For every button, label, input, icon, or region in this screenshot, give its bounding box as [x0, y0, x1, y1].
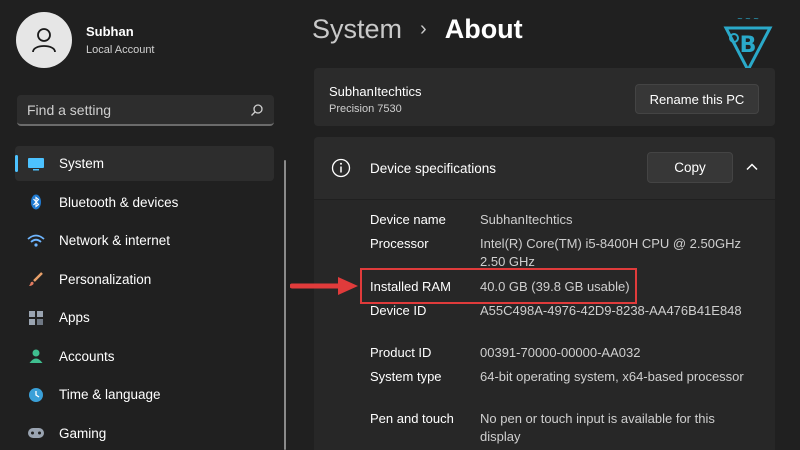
svg-text:B: B — [740, 33, 757, 58]
page-title: About — [444, 14, 523, 44]
person-avatar-icon — [32, 28, 56, 53]
copy-button[interactable]: Copy — [647, 152, 733, 183]
spec-label: Processor — [370, 236, 429, 251]
rename-pc-button[interactable]: Rename this PC — [635, 84, 759, 114]
info-icon — [331, 158, 351, 178]
watermark-logo-icon: ~ ~ ~ B — [723, 15, 773, 72]
spec-value: A55C498A-4976-42D9-8238-AA476B41E848 — [480, 303, 742, 318]
sidebar-item-label: Time & language — [59, 387, 161, 402]
breadcrumb: System › About — [312, 14, 523, 45]
sidebar-item-label: Accounts — [59, 348, 115, 364]
sidebar-item-label: Gaming — [59, 425, 107, 441]
sidebar-item-accounts[interactable]: Accounts — [15, 339, 274, 374]
nav-list: System Bluetooth & devices Network & int… — [15, 146, 274, 450]
breadcrumb-parent[interactable]: System — [312, 14, 402, 45]
profile-account-type: Local Account — [86, 44, 155, 56]
annotation-arrow-icon — [290, 277, 358, 295]
spec-label: System type — [370, 369, 442, 384]
pc-model: Precision 7530 — [329, 103, 402, 115]
pc-name: SubhanItechtics — [329, 84, 422, 99]
device-specifications-body: Device name SubhanItechtics Processor In… — [314, 200, 775, 450]
spec-row-processor: Processor Intel(R) Core(TM) i5-8400H CPU… — [370, 235, 750, 271]
gamepad-icon — [27, 424, 45, 442]
spec-value: Intel(R) Core(TM) i5-8400H CPU @ 2.50GHz… — [480, 236, 741, 269]
globe-clock-icon — [27, 386, 45, 404]
search-icon — [251, 103, 263, 116]
sidebar-item-label: Network & internet — [59, 233, 171, 248]
sidebar-item-label: Personalization — [59, 271, 152, 287]
user-profile[interactable]: Subhan Local Account — [16, 12, 155, 68]
pc-name-card: SubhanItechtics Precision 7530 Rename th… — [314, 68, 775, 126]
chevron-up-icon[interactable] — [744, 159, 760, 175]
spec-label: Pen and touch — [370, 411, 454, 426]
spec-value: 00391-70000-00000-AA032 — [480, 345, 641, 360]
apps-icon — [27, 309, 45, 327]
avatar[interactable] — [16, 12, 72, 68]
device-specifications-header[interactable]: Device specifications Copy — [314, 137, 775, 199]
spec-row-device-id: Device ID A55C498A-4976-42D9-8238-AA476B… — [370, 302, 750, 320]
spec-value: No pen or touch input is available for t… — [480, 411, 715, 444]
sidebar-item-personalization[interactable]: Personalization — [15, 262, 274, 297]
sidebar-item-bluetooth[interactable]: Bluetooth & devices — [15, 185, 274, 220]
sidebar-scrollbar[interactable] — [284, 160, 286, 450]
spec-label: Device name — [370, 212, 446, 227]
spec-value: 64-bit operating system, x64-based proce… — [480, 369, 744, 384]
breadcrumb-separator: › — [420, 18, 427, 40]
spec-label: Product ID — [370, 345, 432, 360]
monitor-icon — [27, 155, 45, 173]
search-placeholder: Find a setting — [27, 101, 112, 118]
sidebar: Subhan Local Account Find a setting Syst… — [0, 0, 290, 450]
profile-name: Subhan — [86, 24, 134, 39]
sidebar-item-label: Bluetooth & devices — [59, 194, 179, 210]
bluetooth-icon — [27, 193, 45, 211]
spec-row-product-id: Product ID 00391-70000-00000-AA032 — [370, 344, 750, 362]
spec-row-system-type: System type 64-bit operating system, x64… — [370, 368, 750, 386]
highlight-box — [360, 268, 637, 304]
spec-row-device-name: Device name SubhanItechtics — [370, 211, 750, 229]
specs-title: Device specifications — [370, 161, 497, 176]
sidebar-item-apps[interactable]: Apps — [15, 300, 274, 335]
person-icon — [27, 347, 45, 365]
sidebar-item-system[interactable]: System — [15, 146, 274, 181]
brush-icon — [27, 270, 45, 288]
spec-row-pen-touch: Pen and touch No pen or touch input is a… — [370, 410, 750, 446]
wifi-icon — [27, 232, 45, 250]
sidebar-item-time-language[interactable]: Time & language — [15, 377, 274, 412]
spec-value: SubhanItechtics — [480, 212, 573, 227]
svg-text:~ ~ ~: ~ ~ ~ — [737, 15, 759, 23]
spec-label: Device ID — [370, 303, 427, 318]
sidebar-item-network[interactable]: Network & internet — [15, 223, 274, 258]
sidebar-item-label: Apps — [59, 310, 90, 325]
sidebar-item-label: System — [59, 156, 105, 171]
sidebar-item-gaming[interactable]: Gaming — [15, 416, 274, 450]
search-input[interactable]: Find a setting — [17, 95, 274, 126]
